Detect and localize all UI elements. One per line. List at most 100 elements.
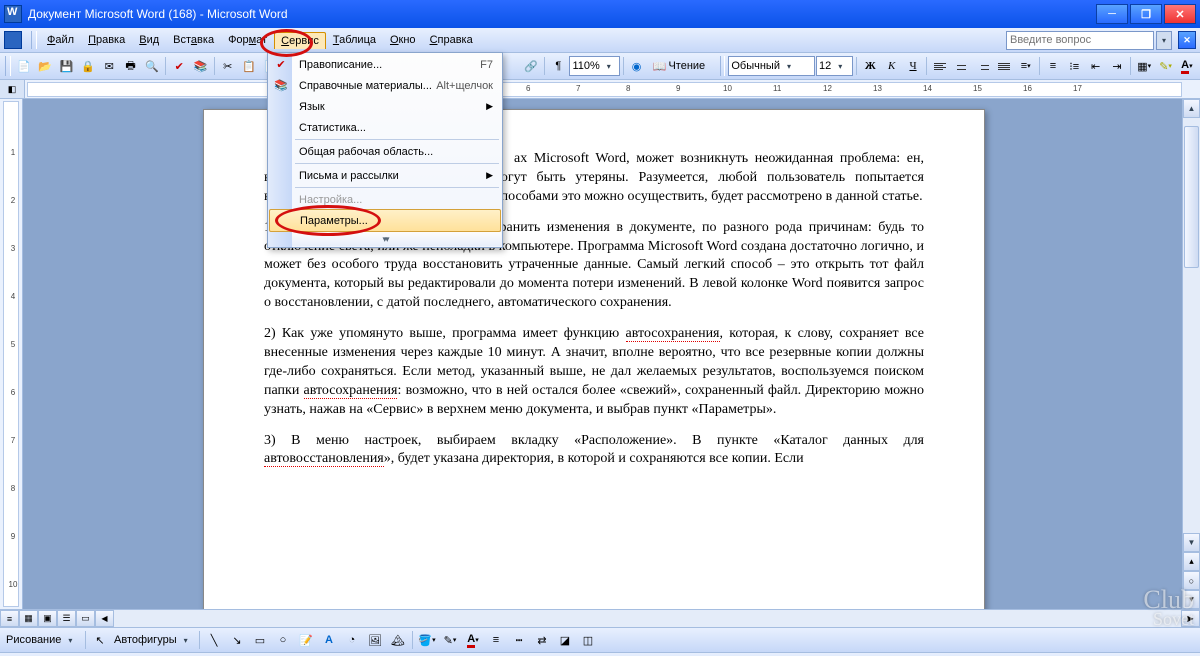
arrow-style-button[interactable]: ⇄ <box>531 629 553 651</box>
menu-window[interactable]: Окно <box>383 31 423 49</box>
minimize-button[interactable]: ─ <box>1096 4 1128 24</box>
doc-close-button[interactable]: ✕ <box>1178 31 1196 49</box>
maximize-button[interactable]: ❐ <box>1130 4 1162 24</box>
menu-item-language[interactable]: Язык▶ <box>269 96 501 117</box>
grip-handle[interactable] <box>31 31 37 49</box>
3d-button[interactable]: ◫ <box>577 629 599 651</box>
cut-button[interactable]: ✂ <box>218 55 238 77</box>
zoom-combo[interactable]: 110%▾ <box>569 56 619 76</box>
picture-button[interactable]: 🏔 <box>387 629 409 651</box>
clipart-button[interactable]: 🖼 <box>364 629 386 651</box>
align-justify-button[interactable] <box>994 55 1014 77</box>
diagram-button[interactable]: ◔ <box>341 629 363 651</box>
align-left-button[interactable] <box>930 55 950 77</box>
paragraph[interactable]: 3) В меню настроек, выбираем вкладку «Ра… <box>264 432 924 470</box>
menu-file[interactable]: Файл <box>40 31 81 49</box>
menu-edit[interactable]: Правка <box>81 31 132 49</box>
menu-format[interactable]: Формат <box>221 31 274 49</box>
scroll-down-button[interactable]: ▼ <box>1183 533 1200 552</box>
vertical-scrollbar[interactable]: ▲ ▼ ▴ ○ ▾ <box>1182 99 1200 609</box>
save-button[interactable]: 💾 <box>56 55 76 77</box>
font-color-button[interactable]: A▾ <box>1177 55 1197 77</box>
menu-view[interactable]: Вид <box>132 31 166 49</box>
bulleted-list-button[interactable]: ⁝≡ <box>1064 55 1084 77</box>
menu-service[interactable]: Сервис <box>274 32 326 49</box>
menu-item-shared-workspace[interactable]: Общая рабочая область... <box>269 141 501 162</box>
help-button[interactable]: ◉ <box>626 55 646 77</box>
normal-view-button[interactable]: ≡ <box>0 610 19 627</box>
reading-view-button[interactable]: ▭ <box>76 610 95 627</box>
open-button[interactable]: 📂 <box>35 55 55 77</box>
menu-item-customize[interactable]: Настройка... <box>269 189 501 210</box>
help-search-dropdown[interactable]: ▾ <box>1156 31 1172 50</box>
oval-button[interactable]: ○ <box>272 629 294 651</box>
highlight-button[interactable]: ✎▾ <box>1155 55 1175 77</box>
next-page-button[interactable]: ▾ <box>1183 590 1200 609</box>
select-objects-button[interactable]: ↖ <box>89 629 111 651</box>
menu-table[interactable]: Таблица <box>326 31 383 49</box>
vertical-ruler[interactable]: 123 456 789 10 <box>0 99 23 609</box>
copy-button[interactable]: 📋 <box>239 55 259 77</box>
fill-color-button[interactable]: 🪣▾ <box>416 629 438 651</box>
select-browse-button[interactable]: ○ <box>1183 571 1200 590</box>
textbox-button[interactable]: 📝 <box>295 629 317 651</box>
drawing-menu[interactable]: Рисование▾ <box>4 631 82 649</box>
menu-item-options[interactable]: Параметры... <box>269 209 501 232</box>
scroll-thumb[interactable] <box>1184 126 1199 268</box>
decrease-indent-button[interactable]: ⇤ <box>1085 55 1105 77</box>
numbered-list-button[interactable]: ≡ <box>1043 55 1063 77</box>
grip-handle[interactable] <box>720 56 726 76</box>
horizontal-ruler[interactable]: 123 456 789 101112 131415 1617 <box>27 82 1182 97</box>
scroll-left-button[interactable]: ◀ <box>95 610 114 627</box>
grip-handle[interactable] <box>5 56 11 76</box>
align-right-button[interactable] <box>973 55 993 77</box>
print-view-button[interactable]: ▣ <box>38 610 57 627</box>
paragraph[interactable]: 2) Как уже упомянуто выше, программа име… <box>264 325 924 419</box>
word-doc-icon[interactable] <box>4 31 22 49</box>
new-doc-button[interactable]: 📄 <box>14 55 34 77</box>
print-preview-button[interactable]: 🔍 <box>142 55 162 77</box>
hyperlink-button[interactable]: 🔗 <box>521 55 541 77</box>
spelling-button[interactable]: ✔ <box>169 55 189 77</box>
permission-button[interactable]: 🔒 <box>78 55 98 77</box>
dash-style-button[interactable]: ┅ <box>508 629 530 651</box>
bold-button[interactable]: Ж <box>860 55 880 77</box>
arrow-button[interactable]: ↘ <box>226 629 248 651</box>
help-search-input[interactable] <box>1006 31 1154 50</box>
prev-page-button[interactable]: ▴ <box>1183 552 1200 571</box>
shadow-button[interactable]: ◪ <box>554 629 576 651</box>
line-button[interactable]: ╲ <box>203 629 225 651</box>
line-style-button[interactable]: ≡ <box>485 629 507 651</box>
web-view-button[interactable]: ▦ <box>19 610 38 627</box>
borders-button[interactable]: ▦▾ <box>1134 55 1154 77</box>
scroll-track[interactable] <box>1183 118 1200 533</box>
line-spacing-button[interactable]: ≡▾ <box>1015 55 1035 77</box>
outline-view-button[interactable]: ☰ <box>57 610 76 627</box>
menu-item-mailings[interactable]: Письма и рассылки▶ <box>269 165 501 186</box>
font-size-combo[interactable]: 12▾ <box>816 56 853 76</box>
font-color-draw-button[interactable]: A▾ <box>462 629 484 651</box>
menu-help[interactable]: Справка <box>423 31 480 49</box>
rectangle-button[interactable]: ▭ <box>249 629 271 651</box>
menu-item-spelling[interactable]: ✔ Правописание...F7 <box>269 54 501 75</box>
increase-indent-button[interactable]: ⇥ <box>1107 55 1127 77</box>
italic-button[interactable]: К <box>882 55 902 77</box>
align-center-button[interactable] <box>951 55 971 77</box>
show-formatting-button[interactable]: ¶ <box>548 55 568 77</box>
scroll-up-button[interactable]: ▲ <box>1183 99 1200 118</box>
scroll-right-button[interactable]: ▶ <box>1181 610 1200 627</box>
close-button[interactable]: ✕ <box>1164 4 1196 24</box>
wordart-button[interactable]: A <box>318 629 340 651</box>
menu-expand-button[interactable]: ▾▾ <box>269 231 501 246</box>
hscroll-track[interactable] <box>115 610 1180 627</box>
underline-button[interactable]: Ч <box>903 55 923 77</box>
ruler-corner[interactable]: ◧ <box>0 80 25 98</box>
autoshapes-menu[interactable]: Автофигуры▾ <box>112 631 196 649</box>
reading-layout-button[interactable]: 📖 Чтение <box>648 55 710 77</box>
line-color-button[interactable]: ✎▾ <box>439 629 461 651</box>
menu-item-research[interactable]: 📚 Справочные материалы...Alt+щелчок <box>269 75 501 96</box>
style-combo[interactable]: Обычный▾ <box>728 56 815 76</box>
menu-insert[interactable]: Вставка <box>166 31 221 49</box>
email-button[interactable]: ✉ <box>99 55 119 77</box>
document-viewport[interactable]: ах Microsoft Word, может возникнуть неож… <box>23 99 1182 609</box>
